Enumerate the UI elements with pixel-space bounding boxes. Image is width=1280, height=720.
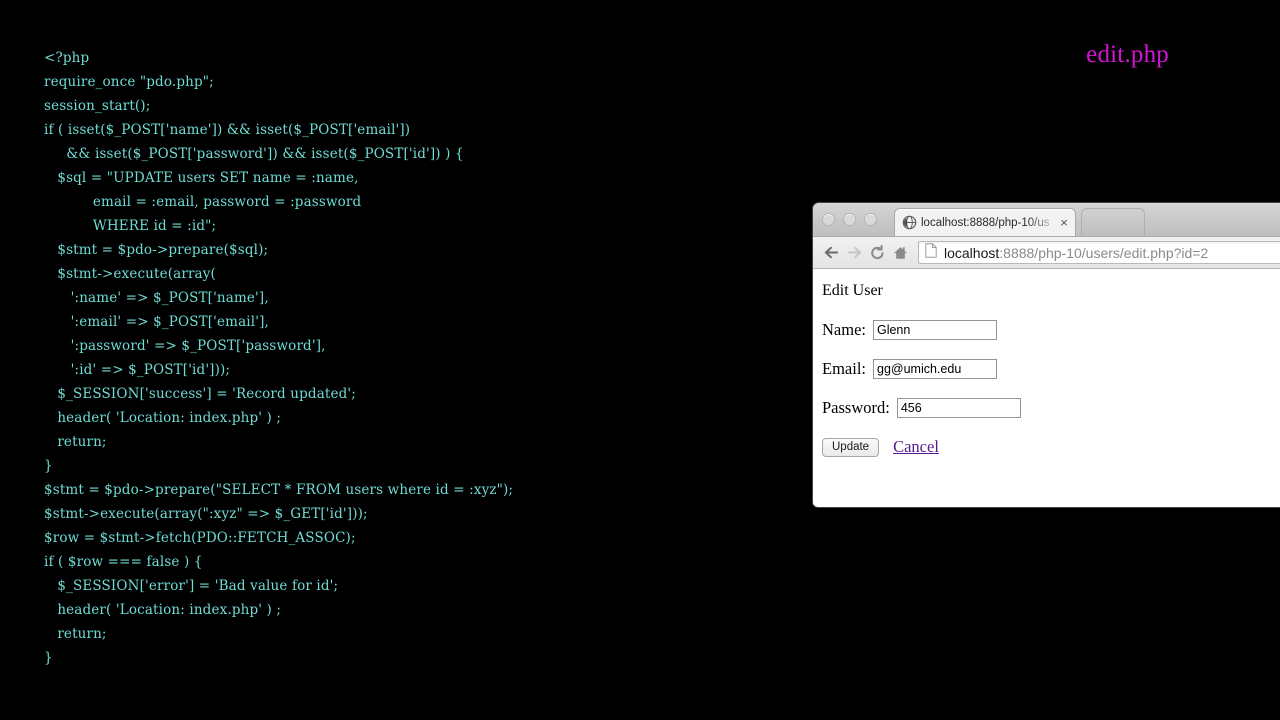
slide-title: edit.php bbox=[1086, 41, 1169, 68]
browser-window: localhost:8888/php-10/us × localhost:888… bbox=[813, 203, 1280, 507]
home-icon[interactable] bbox=[889, 241, 912, 264]
close-window-button[interactable] bbox=[822, 213, 835, 226]
code-line: session_start(); bbox=[44, 98, 151, 114]
code-line: header( 'Location: index.php' ) ; bbox=[44, 410, 282, 426]
code-line: return; bbox=[44, 434, 107, 450]
code-line: header( 'Location: index.php' ) ; bbox=[44, 602, 282, 618]
address-bar-path: :8888/php-10/users/edit.php?id=2 bbox=[999, 244, 1209, 261]
code-line: $_SESSION['success'] = 'Record updated'; bbox=[44, 386, 356, 402]
form-row-name: Name: bbox=[822, 320, 1280, 340]
code-line: if ( isset($_POST['name']) && isset($_PO… bbox=[44, 122, 411, 138]
update-button[interactable]: Update bbox=[822, 437, 880, 457]
page-document-icon bbox=[925, 242, 937, 263]
form-actions: Update Cancel bbox=[822, 437, 1280, 457]
browser-tab-inactive[interactable] bbox=[1081, 208, 1145, 237]
browser-tab-active[interactable]: localhost:8888/php-10/us × bbox=[894, 208, 1076, 236]
code-line: WHERE id = :id"; bbox=[44, 218, 217, 234]
email-input[interactable] bbox=[873, 359, 997, 379]
code-line: $stmt->execute(array(":xyz" => $_GET['id… bbox=[44, 506, 368, 522]
minimize-window-button[interactable] bbox=[843, 213, 856, 226]
browser-tabstrip: localhost:8888/php-10/us × bbox=[813, 203, 1280, 237]
code-line: } bbox=[44, 650, 53, 666]
form-row-email: Email: bbox=[822, 359, 1280, 379]
code-line: $stmt = $pdo->prepare($sql); bbox=[44, 242, 269, 258]
page-title: Edit User bbox=[822, 282, 883, 299]
address-bar-host: localhost bbox=[944, 244, 1000, 261]
code-line: email = :email, password = :password bbox=[44, 194, 362, 210]
code-line: require_once "pdo.php"; bbox=[44, 74, 214, 90]
name-input[interactable] bbox=[872, 320, 997, 340]
code-line: $row = $stmt->fetch(PDO::FETCH_ASSOC); bbox=[44, 530, 356, 546]
code-line: $sql = "UPDATE users SET name = :name, bbox=[44, 170, 359, 186]
password-input[interactable] bbox=[896, 398, 1021, 418]
forward-arrow-icon[interactable] bbox=[843, 241, 866, 264]
browser-tab-title: localhost:8888/php-10/us bbox=[921, 216, 1050, 229]
php-code-listing: <?php require_once "pdo.php"; session_star… bbox=[44, 46, 784, 670]
close-tab-button[interactable]: × bbox=[1057, 216, 1071, 229]
code-line: ':id' => $_POST['id'])); bbox=[44, 362, 231, 378]
window-controls bbox=[822, 213, 877, 226]
page-content: Edit User Name: Email: Password: Update … bbox=[813, 269, 1280, 507]
code-line: if ( $row === false ) { bbox=[44, 554, 203, 570]
cancel-link[interactable]: Cancel bbox=[893, 437, 939, 457]
password-label: Password: bbox=[822, 398, 890, 417]
code-line: && isset($_POST['password']) && isset($_… bbox=[44, 146, 464, 162]
form-row-password: Password: bbox=[822, 398, 1280, 418]
code-line: $stmt->execute(array( bbox=[44, 266, 216, 282]
code-line: return; bbox=[44, 626, 107, 642]
back-arrow-icon[interactable] bbox=[820, 241, 843, 264]
address-bar[interactable]: localhost:8888/php-10/users/edit.php?id=… bbox=[918, 241, 1280, 264]
email-label: Email: bbox=[822, 359, 866, 378]
maximize-window-button[interactable] bbox=[864, 213, 877, 226]
address-bar-text: localhost:8888/php-10/users/edit.php?id=… bbox=[944, 245, 1208, 261]
code-line: ':password' => $_POST['password'], bbox=[44, 338, 326, 354]
reload-icon[interactable] bbox=[866, 241, 889, 264]
code-line: ':email' => $_POST['email'], bbox=[44, 314, 269, 330]
code-line: } bbox=[44, 458, 53, 474]
name-label: Name: bbox=[822, 320, 866, 339]
globe-icon bbox=[902, 215, 917, 230]
browser-toolbar: localhost:8888/php-10/users/edit.php?id=… bbox=[813, 237, 1280, 269]
code-line: <?php bbox=[44, 50, 90, 66]
code-line: ':name' => $_POST['name'], bbox=[44, 290, 269, 306]
code-line: $_SESSION['error'] = 'Bad value for id'; bbox=[44, 578, 339, 594]
code-line: $stmt = $pdo->prepare("SELECT * FROM use… bbox=[44, 482, 514, 498]
